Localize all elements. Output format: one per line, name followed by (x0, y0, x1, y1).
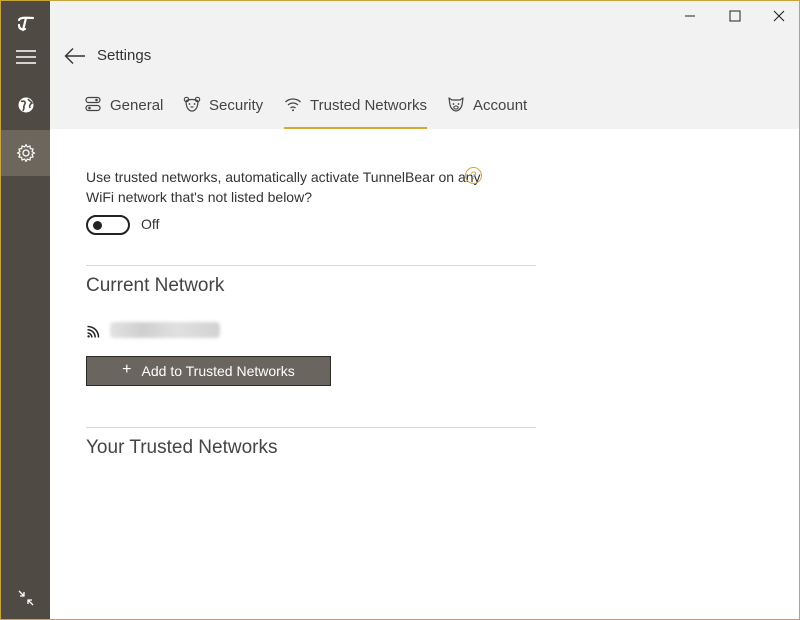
help-icon[interactable]: ? (465, 167, 482, 184)
toggles-icon (84, 95, 102, 113)
tab-account[interactable]: Account (447, 89, 527, 129)
settings-header: Settings General Security Trusted Networ… (50, 33, 799, 129)
tab-security-label: Security (209, 97, 264, 114)
your-trusted-networks-heading: Your Trusted Networks (86, 437, 278, 458)
bear-shield-icon (183, 95, 201, 113)
compact-mode-button[interactable] (1, 575, 50, 620)
bear-face-icon (447, 95, 465, 113)
trusted-networks-toggle[interactable] (86, 215, 130, 235)
tab-trusted-networks-label: Trusted Networks (310, 97, 427, 114)
current-network-heading: Current Network (86, 275, 225, 296)
hamburger-icon (15, 50, 36, 64)
tab-general[interactable]: General (84, 89, 163, 129)
gear-icon (16, 143, 35, 163)
divider (86, 265, 536, 266)
tab-account-label: Account (473, 97, 528, 114)
title-bar (50, 1, 799, 33)
maximize-icon (729, 10, 740, 22)
tab-security[interactable]: Security (183, 89, 263, 129)
trusted-networks-panel: Use trusted networks, automatically acti… (50, 129, 799, 619)
page-title: Settings (97, 47, 152, 64)
arrow-left-icon (64, 48, 85, 64)
wifi-icon (284, 95, 302, 113)
plus-icon: + (122, 361, 132, 378)
minimize-button[interactable] (667, 1, 712, 31)
close-icon (773, 10, 784, 22)
trusted-networks-description: Use trusted networks, automatically acti… (86, 169, 481, 205)
toggle-state-label: Off (141, 216, 160, 232)
add-button-label: Add to Trusted Networks (141, 363, 295, 379)
add-to-trusted-networks-button[interactable]: + Add to Trusted Networks (86, 356, 331, 386)
side-rail (1, 1, 50, 619)
globe-icon (18, 97, 33, 113)
collapse-arrows-icon (18, 590, 33, 606)
current-network-name (110, 322, 220, 338)
back-button[interactable] (62, 43, 88, 69)
maximize-button[interactable] (712, 1, 757, 31)
toggle-knob (93, 221, 102, 230)
map-nav-button[interactable] (1, 82, 50, 128)
menu-button[interactable] (1, 34, 50, 80)
divider (86, 427, 536, 428)
settings-nav-button[interactable] (1, 130, 50, 176)
signal-icon (86, 321, 104, 339)
app-window: Settings General Security Trusted Networ… (0, 0, 800, 620)
minimize-icon (684, 15, 695, 17)
tab-general-label: General (110, 97, 164, 114)
close-button[interactable] (756, 1, 800, 31)
tab-trusted-networks[interactable]: Trusted Networks (284, 89, 427, 129)
